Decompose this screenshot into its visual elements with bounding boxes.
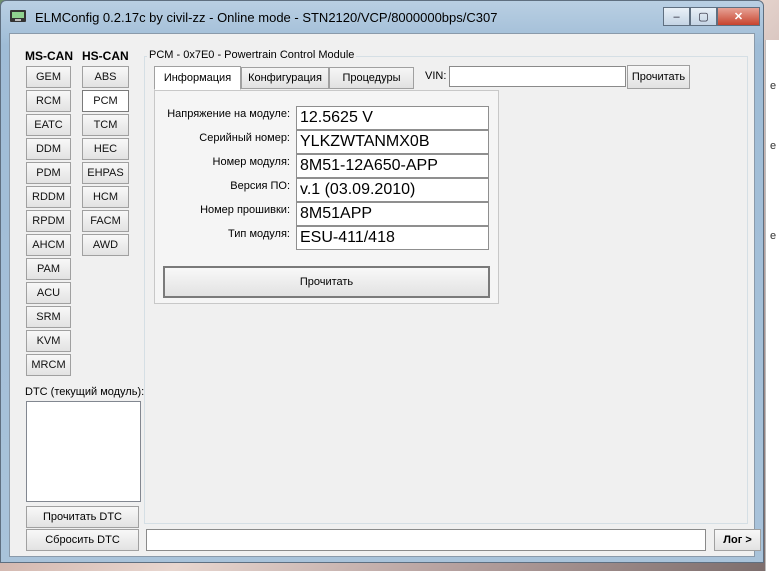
module-button-pdm[interactable]: PDM: [26, 162, 71, 184]
clear-dtc-button[interactable]: Сбросить DTC: [26, 529, 139, 551]
firmware-number-label: Номер прошивки:: [200, 204, 290, 216]
serial-value: YLKZWTANMX0B: [296, 130, 489, 154]
voltage-label: Напряжение на модуле:: [167, 108, 290, 120]
module-button-ahcm[interactable]: AHCM: [26, 234, 71, 256]
module-button-rcm[interactable]: RCM: [26, 90, 71, 112]
module-button-hcm[interactable]: HCM: [82, 186, 129, 208]
vin-read-button[interactable]: Прочитать: [627, 65, 690, 89]
software-version-value: v.1 (03.09.2010): [296, 178, 489, 202]
dtc-list[interactable]: [26, 401, 141, 502]
tab-procedures[interactable]: Процедуры: [329, 67, 414, 89]
info-tab-page: Напряжение на модуле: 12.5625 V Серийный…: [154, 90, 499, 304]
read-info-button[interactable]: Прочитать: [163, 266, 490, 298]
module-button-ehpas[interactable]: EHPAS: [82, 162, 129, 184]
firmware-number-value: 8M51APP: [296, 202, 489, 226]
title-bar[interactable]: ELMConfig 0.2.17c by civil-zz - Online m…: [1, 1, 763, 33]
serial-label: Серийный номер:: [199, 132, 290, 144]
module-number-label: Номер модуля:: [212, 156, 290, 168]
software-version-label: Версия ПО:: [230, 180, 290, 192]
window-title: ELMConfig 0.2.17c by civil-zz - Online m…: [35, 10, 498, 25]
module-button-rpdm[interactable]: RPDM: [26, 210, 71, 232]
background-window-edge: e е e: [765, 40, 779, 571]
module-button-abs[interactable]: ABS: [82, 66, 129, 88]
module-button-gem[interactable]: GEM: [26, 66, 71, 88]
module-button-srm[interactable]: SRM: [26, 306, 71, 328]
close-button[interactable]: ✕: [717, 7, 760, 26]
module-type-label: Тип модуля:: [228, 228, 290, 240]
module-button-acu[interactable]: ACU: [26, 282, 71, 304]
module-button-eatc[interactable]: EATC: [26, 114, 71, 136]
read-dtc-button[interactable]: Прочитать DTC: [26, 506, 139, 528]
module-button-ddm[interactable]: DDM: [26, 138, 71, 160]
module-button-awd[interactable]: AWD: [82, 234, 129, 256]
tab-info[interactable]: Информация: [154, 66, 241, 90]
maximize-button[interactable]: ▢: [690, 7, 717, 26]
module-button-hec[interactable]: HEC: [82, 138, 129, 160]
tab-config[interactable]: Конфигурация: [241, 67, 329, 89]
hs-can-header: HS-CAN: [82, 49, 129, 63]
module-number-value: 8M51-12A650-APP: [296, 154, 489, 178]
vin-field[interactable]: [449, 66, 626, 87]
ms-can-header: MS-CAN: [25, 49, 73, 63]
minimize-button[interactable]: –: [663, 7, 690, 26]
voltage-value: 12.5625 V: [296, 106, 489, 130]
status-field[interactable]: [146, 529, 706, 551]
app-icon: [10, 10, 26, 22]
vin-label: VIN:: [425, 70, 447, 82]
dtc-label: DTC (текущий модуль):: [25, 386, 145, 398]
log-button[interactable]: Лог >: [714, 529, 761, 551]
module-button-tcm[interactable]: TCM: [82, 114, 129, 136]
module-button-pcm[interactable]: PCM: [82, 90, 129, 112]
module-button-mrcm[interactable]: MRCM: [26, 354, 71, 376]
module-type-value: ESU-411/418: [296, 226, 489, 250]
app-window: ELMConfig 0.2.17c by civil-zz - Online m…: [0, 0, 764, 563]
background-text: е: [770, 140, 777, 152]
client-area: MS-CAN HS-CAN GEM RCM EATC DDM PDM RDDM …: [9, 33, 761, 557]
module-button-pam[interactable]: PAM: [26, 258, 71, 280]
background-text: e: [770, 230, 777, 242]
module-button-rddm[interactable]: RDDM: [26, 186, 71, 208]
module-group-title: PCM - 0x7E0 - Powertrain Control Module: [147, 49, 357, 61]
background-text: e: [770, 80, 777, 92]
module-button-kvm[interactable]: KVM: [26, 330, 71, 352]
module-button-facm[interactable]: FACM: [82, 210, 129, 232]
